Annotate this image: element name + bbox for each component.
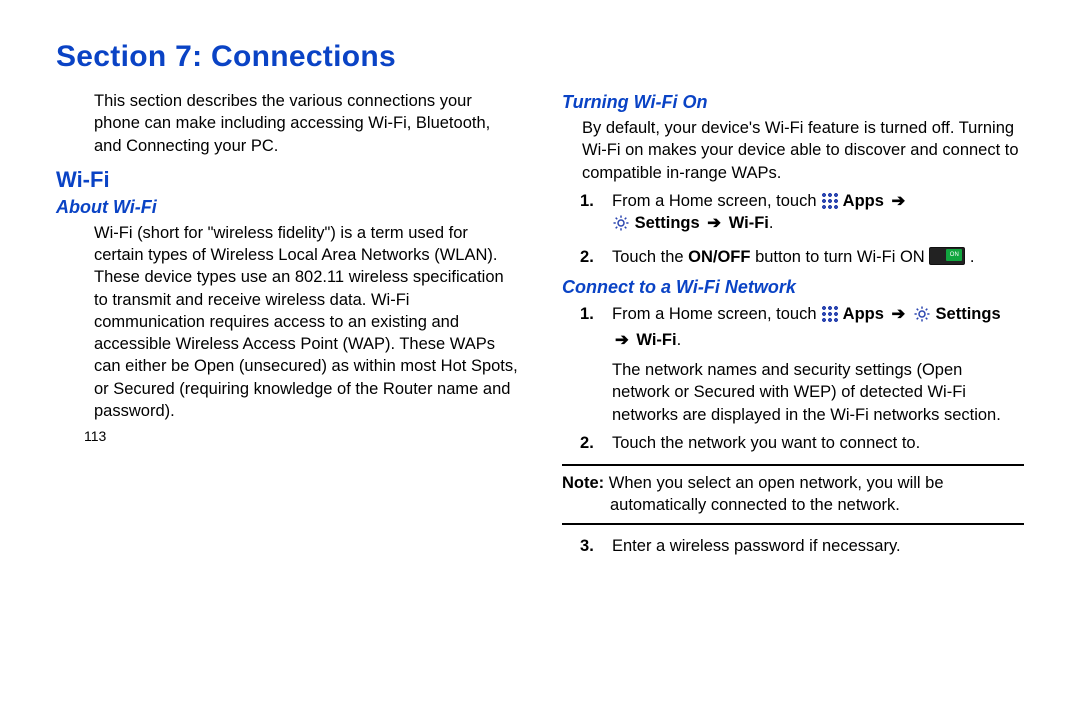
note-body: When you select an open network, you wil… [604,474,943,492]
note-block: Note: When you select an open network, y… [562,464,1024,525]
apps-icon [821,305,838,322]
wifi-label: Wi-Fi [729,214,769,232]
heading-turning-wifi-on: Turning Wi-Fi On [562,92,1024,113]
connect-step-2: Touch the network you want to connect to… [580,432,1024,454]
connect-steps: From a Home screen, touch Apps ➔ Setting… [580,303,1024,352]
arrow-icon: ➔ [892,190,906,212]
intro-paragraph: This section describes the various conne… [94,90,514,157]
gear-icon [913,305,931,329]
switch-on-icon [929,247,965,265]
wifi-label: Wi-Fi [636,331,676,349]
heading-wifi: Wi-Fi [56,167,518,193]
manual-page: Section 7: Connections This section desc… [0,0,1080,573]
step-text: From a Home screen, touch [612,305,821,323]
heading-about-wifi: About Wi-Fi [56,197,518,218]
onoff-label: ON/OFF [688,248,750,266]
arrow-icon: ➔ [615,329,629,351]
note-label: Note: [562,474,604,492]
turn-on-intro: By default, your device's Wi-Fi feature … [582,117,1024,184]
section-title: Section 7: Connections [56,40,1024,74]
apps-icon [821,192,838,209]
arrow-icon: ➔ [707,212,721,234]
turn-on-steps: From a Home screen, touch Apps ➔ Setting… [580,190,1024,269]
about-wifi-body: Wi-Fi (short for "wireless fidelity") is… [94,222,518,422]
apps-label: Apps [843,305,884,323]
apps-label: Apps [843,192,884,210]
arrow-icon: ➔ [892,303,906,325]
settings-label: Settings [936,305,1001,323]
two-column-layout: This section describes the various conne… [56,88,1024,565]
turn-on-step-1: From a Home screen, touch Apps ➔ Setting… [580,190,1024,239]
left-column: This section describes the various conne… [56,88,518,565]
note-indent: automatically connected to the network. [610,494,1024,516]
connect-step-1: From a Home screen, touch Apps ➔ Setting… [580,303,1024,352]
settings-label: Settings [635,214,700,232]
turn-on-step-2: Touch the ON/OFF button to turn Wi-Fi ON… [580,246,1024,268]
page-number: 113 [84,428,518,444]
connect-step-1-extra: The network names and security settings … [612,359,1024,426]
connect-steps-3: Enter a wireless password if necessary. [580,535,1024,557]
heading-connect-network: Connect to a Wi-Fi Network [562,277,1024,298]
step-text: From a Home screen, touch [612,192,821,210]
connect-step-3: Enter a wireless password if necessary. [580,535,1024,557]
right-column: Turning Wi-Fi On By default, your device… [562,88,1024,565]
step-text: button to turn Wi-Fi ON [755,248,929,266]
step-text: Touch the [612,248,688,266]
connect-steps-2: Touch the network you want to connect to… [580,432,1024,454]
gear-icon [612,214,630,238]
